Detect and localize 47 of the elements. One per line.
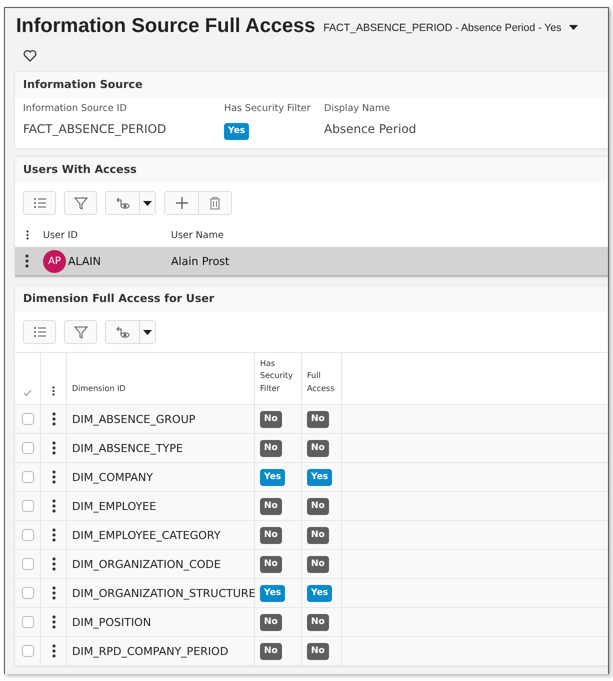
table-cell: ALAIN — [68, 254, 101, 268]
status-badge: No — [260, 614, 282, 630]
status-badge: No — [307, 614, 329, 630]
column-header: User Name — [171, 230, 225, 240]
page-title: Information Source Full Access — [16, 14, 316, 38]
record-selector[interactable]: FACT_ABSENCE_PERIOD - Absence Period - Yes — [323, 22, 580, 34]
field-value: FACT_ABSENCE_PERIOD — [23, 121, 168, 138]
section-title: Dimension Full Access for User — [15, 286, 608, 312]
section-title: Users With Access — [15, 157, 608, 183]
field-value: Absence Period — [324, 121, 418, 138]
status-badge: Yes — [307, 468, 332, 486]
status-badge: No — [307, 440, 329, 456]
table-cell: DIM_EMPLOYEE_CATEGORY — [67, 521, 255, 549]
status-badge: No — [307, 410, 329, 428]
table-cell: DIM_ABSENCE_GROUP — [67, 405, 255, 433]
status-badge: No — [307, 526, 329, 544]
status-badge: Yes — [224, 123, 250, 140]
status-badge: No — [307, 642, 329, 660]
table-row[interactable]: AP ALAIN Alain Prost — [15, 247, 608, 277]
status-badge: Yes — [260, 468, 286, 486]
status-badge: No — [260, 526, 282, 544]
status-badge: No — [307, 498, 329, 514]
status-badge: Yes — [307, 584, 332, 602]
column-header: Full Access — [302, 353, 342, 404]
status-badge: No — [260, 410, 282, 428]
status-badge: Yes — [260, 584, 286, 602]
status-badge: No — [260, 498, 282, 514]
section-title: Information Source — [15, 72, 608, 98]
status-badge: No — [260, 556, 282, 572]
status-badge: No — [260, 440, 282, 456]
column-header: User ID — [42, 230, 79, 240]
table-cell: DIM_EMPLOYEE — [67, 492, 255, 520]
field-label: Information Source ID — [23, 103, 128, 114]
field-label: Display Name — [324, 103, 392, 114]
table-cell-text: Alain Prost — [171, 254, 230, 268]
avatar: AP — [43, 250, 66, 272]
table-cell: DIM_ORGANIZATION_CODE — [67, 550, 255, 578]
status-badge: No — [307, 556, 329, 572]
column-header: Dimension ID — [67, 353, 255, 404]
table-cell: DIM_ORGANIZATION_STRUCTURE — [67, 579, 255, 607]
table-cell: DIM_ABSENCE_TYPE — [67, 434, 255, 462]
status-badge: No — [260, 642, 282, 660]
field-label: Has Security Filter — [224, 103, 312, 114]
table-cell: DIM_COMPANY — [67, 463, 255, 491]
column-header: Has Security Filter — [255, 353, 302, 404]
table-cell: DIM_POSITION — [67, 608, 255, 636]
table-cell: DIM_RPD_COMPANY_PERIOD — [67, 637, 255, 665]
